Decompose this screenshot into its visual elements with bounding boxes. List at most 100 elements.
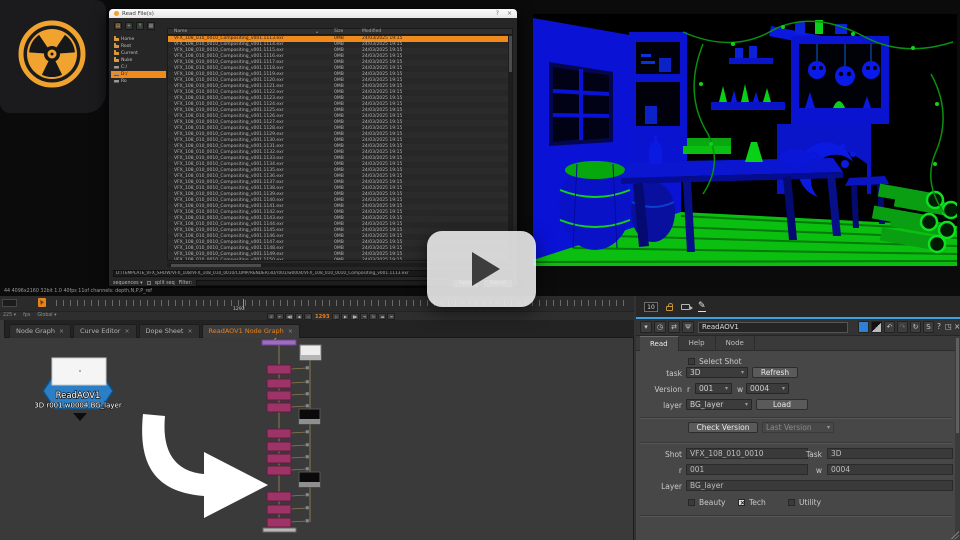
- sidebar-bookmark-item[interactable]: Nuke: [111, 57, 166, 64]
- sidebar-bookmark-item[interactable]: D:/: [111, 71, 166, 78]
- dialog-help-button[interactable]: ?: [496, 10, 499, 17]
- transport-button[interactable]: ↻: [369, 313, 377, 320]
- color-swatch-button[interactable]: [858, 321, 869, 333]
- select-shot-checkbox[interactable]: Select Shot: [688, 357, 742, 366]
- file-list-vscrollbar[interactable]: [508, 36, 512, 260]
- column-size[interactable]: Size: [334, 29, 343, 35]
- sidebar-bookmark-item[interactable]: Ro: [111, 78, 166, 85]
- timeline-ticks[interactable]: [56, 300, 624, 306]
- sequences-dropdown[interactable]: sequences ▾: [113, 281, 143, 286]
- revert-button[interactable]: ↻: [910, 321, 921, 333]
- tab-close-icon[interactable]: ×: [288, 325, 293, 338]
- shot-field[interactable]: VFX_108_010_0010: [686, 448, 808, 459]
- workspace-tab[interactable]: Node Graph ×: [9, 324, 71, 338]
- dot-node[interactable]: [262, 340, 296, 345]
- node-tree[interactable]: [262, 338, 321, 532]
- r2-field[interactable]: 001: [686, 464, 808, 475]
- redo-button[interactable]: ↷: [897, 321, 908, 333]
- transport-button[interactable]: ▬: [378, 313, 386, 320]
- sidebar-bookmark-item[interactable]: Home: [111, 36, 166, 43]
- close-panel-icon[interactable]: ×: [954, 322, 960, 331]
- w-version-dropdown[interactable]: 0004 ▾: [746, 383, 789, 394]
- gl-color-button[interactable]: [871, 321, 882, 333]
- script-button[interactable]: S: [923, 321, 934, 333]
- camera-icon[interactable]: [681, 304, 690, 310]
- load-button[interactable]: Load: [756, 399, 808, 410]
- output-dot-node[interactable]: [263, 528, 296, 532]
- task-dropdown[interactable]: 3D ▾: [686, 367, 748, 378]
- transport-button[interactable]: ≡: [387, 313, 395, 320]
- task-label: task: [636, 369, 682, 378]
- transport-button[interactable]: ▷: [332, 313, 340, 320]
- read-aov1-node[interactable]: ReadAOV1 3D r001 w0004 BG_layer: [34, 358, 122, 421]
- dialog-close-button[interactable]: ×: [507, 10, 512, 17]
- sidebar-bookmark-item[interactable]: Current: [111, 50, 166, 57]
- column-name[interactable]: Name: [174, 29, 187, 35]
- properties-tab[interactable]: Read: [640, 336, 679, 351]
- node-graph-canvas[interactable]: ReadAOV1 3D r001 w0004 BG_layer: [0, 338, 634, 540]
- sidebar-bookmark-item[interactable]: Root: [111, 43, 166, 50]
- refresh-button[interactable]: Refresh: [752, 367, 798, 378]
- dialog-titlebar[interactable]: Read File(s) ? ×: [109, 9, 517, 18]
- transport-button[interactable]: ▶: [341, 313, 349, 320]
- playback-rate-dropdown[interactable]: 225 ▾: [3, 313, 16, 318]
- clock-icon[interactable]: ◷: [654, 321, 666, 333]
- properties-tab[interactable]: Help: [679, 336, 716, 351]
- swap-io-icon[interactable]: ⇄: [668, 321, 680, 333]
- pane-grip[interactable]: [0, 320, 5, 338]
- max-panels-field[interactable]: 10: [644, 302, 658, 312]
- workspace-tab[interactable]: ReadAOV1 Node Graph ×: [202, 324, 300, 338]
- hscroll-thumb[interactable]: [171, 264, 261, 267]
- column-modified[interactable]: Modified: [362, 29, 381, 35]
- transport-button[interactable]: ◁: [304, 313, 312, 320]
- transport-button[interactable]: 1293: [313, 313, 331, 320]
- help-button[interactable]: ?: [937, 322, 941, 331]
- workspace-tab[interactable]: Curve Editor ×: [73, 324, 137, 338]
- resize-grip[interactable]: [950, 530, 959, 539]
- frame-range-dropdown[interactable]: Global ▾: [37, 313, 56, 318]
- vscroll-thumb[interactable]: [509, 36, 512, 72]
- pencil-icon[interactable]: ✎: [698, 301, 706, 312]
- viewer-timeline[interactable]: 1293: [0, 296, 634, 312]
- shot-label: Shot: [636, 450, 682, 459]
- up-directory-button[interactable]: ↑: [136, 22, 144, 30]
- node-name-field[interactable]: ReadAOV1: [698, 322, 848, 333]
- transport-button[interactable]: ◀: [295, 313, 303, 320]
- browser-menu-button[interactable]: ▦: [147, 22, 155, 30]
- pass-checkbox[interactable]: Beauty: [688, 498, 726, 507]
- task2-field[interactable]: 3D: [827, 448, 953, 459]
- undo-button[interactable]: ↶: [884, 321, 895, 333]
- frame-input[interactable]: [2, 299, 17, 307]
- pass-checkbox[interactable]: Tech: [738, 498, 766, 507]
- tab-close-icon[interactable]: ×: [124, 325, 129, 338]
- scroll-thumb[interactable]: [956, 338, 959, 433]
- check-version-button[interactable]: Check Version: [688, 422, 758, 433]
- transport-button[interactable]: ▮▶: [350, 313, 359, 320]
- transport-button[interactable]: ⇤: [276, 313, 284, 320]
- node-tree-icon[interactable]: Ψ: [682, 321, 694, 333]
- play-button-overlay[interactable]: [427, 231, 536, 307]
- transport-button[interactable]: ◀▮: [285, 313, 294, 320]
- w2-field[interactable]: 0004: [827, 464, 953, 475]
- properties-tab[interactable]: Node: [716, 336, 755, 351]
- transport-button[interactable]: ↺: [267, 313, 275, 320]
- filter-input[interactable]: [196, 280, 448, 286]
- new-folder-button[interactable]: ▤: [114, 22, 122, 30]
- pass-checkbox[interactable]: Utility: [788, 498, 821, 507]
- collapse-icon[interactable]: ▾: [640, 321, 652, 333]
- sidebar-bookmark-item[interactable]: C:/: [111, 64, 166, 71]
- r-version-dropdown[interactable]: 001 ▾: [695, 383, 732, 394]
- add-bookmark-button[interactable]: +: [125, 22, 133, 30]
- layer-dropdown[interactable]: BG_layer ▾: [686, 399, 752, 410]
- properties-scrollbar[interactable]: [955, 336, 960, 540]
- split-seq-checkbox[interactable]: [147, 281, 151, 285]
- viewer-3d-render[interactable]: [533, 14, 957, 266]
- float-window-icon[interactable]: ◳: [945, 322, 952, 331]
- tab-close-icon[interactable]: ×: [59, 325, 64, 338]
- lock-icon[interactable]: [666, 306, 673, 311]
- transport-button[interactable]: ⇥: [360, 313, 368, 320]
- last-version-dropdown[interactable]: Last Version ▾: [762, 422, 834, 433]
- workspace-tab[interactable]: Dope Sheet ×: [139, 324, 200, 338]
- layer2-field[interactable]: BG_layer: [686, 480, 953, 491]
- tab-close-icon[interactable]: ×: [187, 325, 192, 338]
